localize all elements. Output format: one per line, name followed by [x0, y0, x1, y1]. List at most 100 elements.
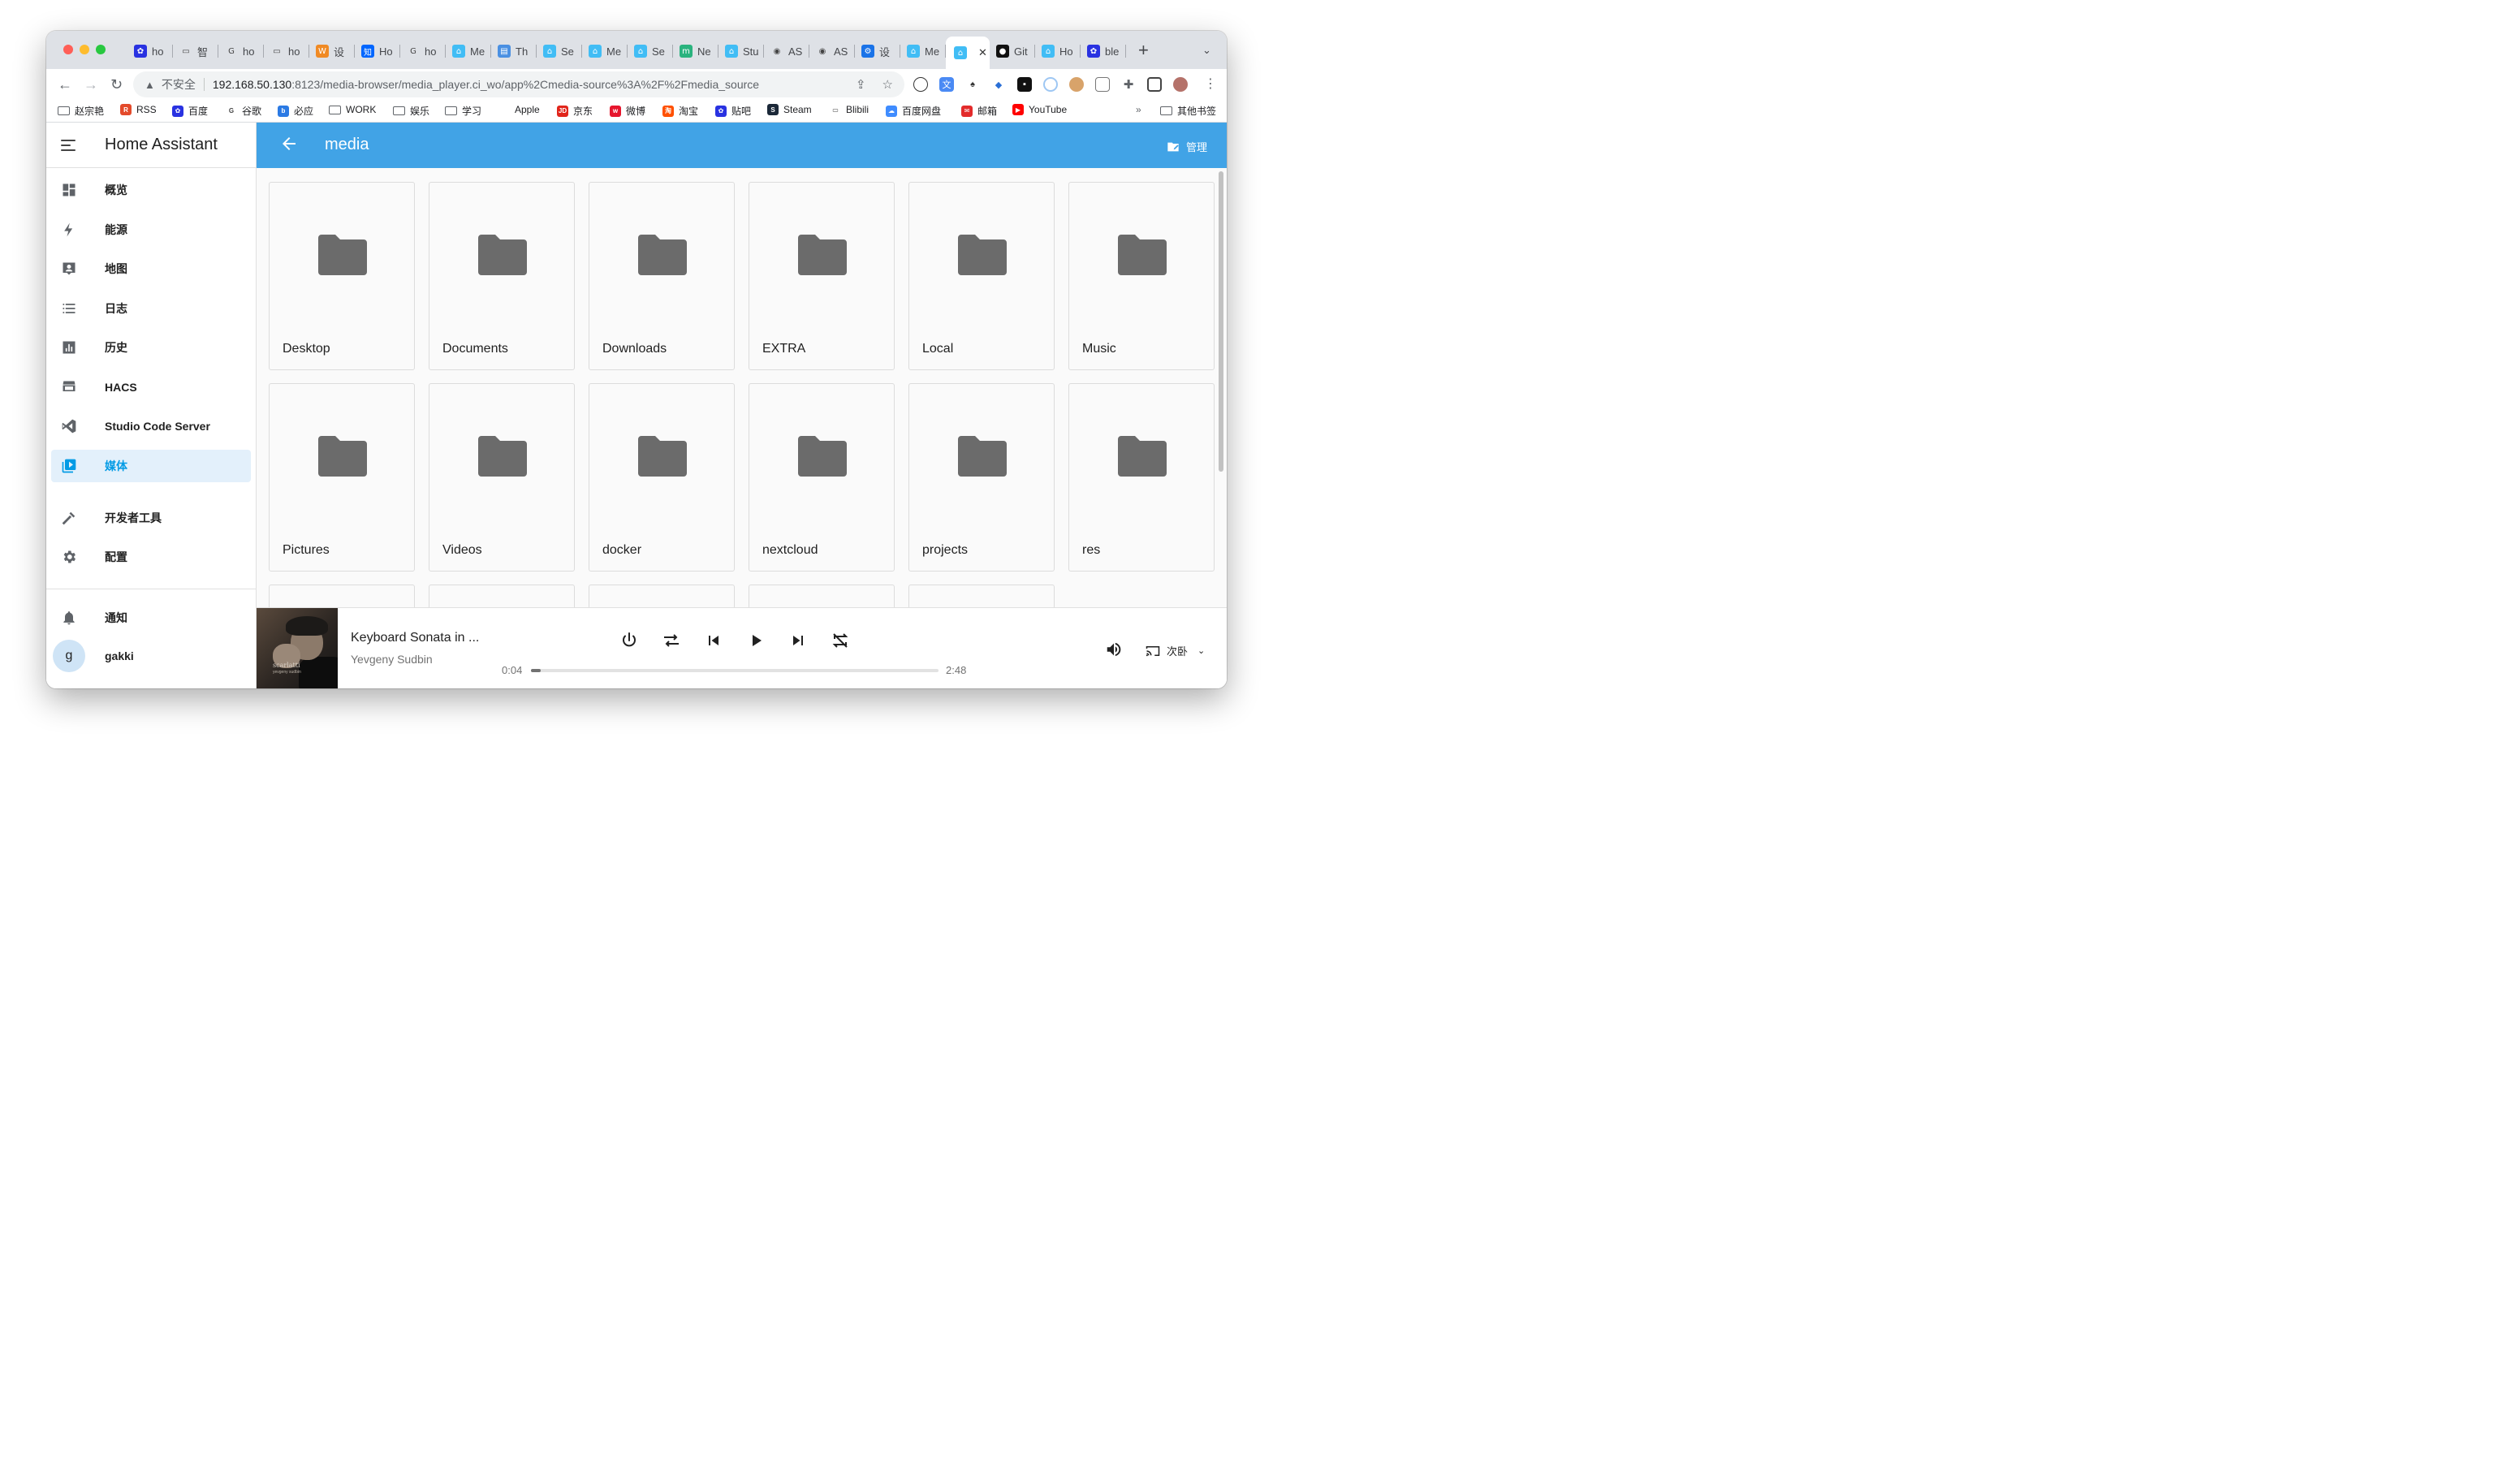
new-tab-button[interactable]: + — [1138, 41, 1149, 59]
folder-card-partial[interactable] — [269, 585, 415, 607]
share-icon[interactable]: ⇪ — [856, 77, 866, 92]
sidebar-item-8[interactable]: 开发者工具 — [51, 502, 251, 534]
tab-4[interactable]: W设 — [309, 41, 355, 61]
reload-icon[interactable]: ↻ — [110, 76, 123, 93]
folder-card-partial[interactable] — [908, 585, 1055, 607]
tab-6[interactable]: Gho — [400, 41, 446, 61]
zoom-window-button[interactable] — [96, 45, 106, 54]
scrollbar-thumb[interactable] — [1219, 171, 1223, 472]
dark-extension-icon[interactable]: ▪ — [1017, 77, 1032, 92]
forward-icon[interactable]: → — [84, 76, 98, 93]
folder-card[interactable]: Music — [1068, 182, 1215, 370]
bookmark-5[interactable]: WORK — [329, 104, 376, 115]
tab-8[interactable]: ▤ Th — [491, 41, 537, 61]
bookmark-1[interactable]: R RSS — [120, 104, 157, 115]
output-device-select[interactable]: 次卧 ⌄ — [1146, 643, 1205, 658]
bookmark-13[interactable]: S Steam — [767, 104, 812, 115]
volume-icon[interactable] — [1105, 641, 1123, 658]
tab-14[interactable]: ◉ AS — [764, 41, 809, 61]
tab-17[interactable]: ⌂ Me — [900, 41, 946, 61]
repeat-off-icon[interactable] — [831, 631, 850, 650]
back-arrow-icon[interactable] — [279, 134, 299, 153]
next-icon[interactable] — [788, 631, 808, 650]
folder-card[interactable]: Documents — [429, 182, 575, 370]
bookmark-6[interactable]: 娱乐 — [393, 104, 429, 118]
bookmark-2[interactable]: ✿ 百度 — [172, 104, 208, 118]
sidebar-item-user[interactable]: g gakki — [51, 640, 251, 672]
folder-card[interactable]: Pictures — [269, 383, 415, 572]
tab-7[interactable]: ⌂ Me — [446, 41, 491, 61]
side-panel-icon[interactable] — [1147, 77, 1162, 92]
bulb-extension-icon[interactable]: ♠ — [965, 77, 980, 92]
face-extension-icon[interactable] — [1069, 77, 1084, 92]
scrollbar[interactable] — [1217, 168, 1227, 607]
bookmark-4[interactable]: b 必应 — [278, 104, 313, 118]
close-window-button[interactable] — [63, 45, 73, 54]
tab-10[interactable]: ⌂ Me — [582, 41, 628, 61]
folder-card-partial[interactable] — [589, 585, 735, 607]
profile-avatar-icon[interactable] — [1173, 77, 1188, 92]
folder-card[interactable]: Local — [908, 182, 1055, 370]
tab-13[interactable]: ⌂ Stu — [718, 41, 764, 61]
bookmark-3[interactable]: G 谷歌 — [226, 104, 261, 118]
tab-16[interactable]: ⚙ 设 — [855, 41, 900, 61]
folder-card[interactable]: res — [1068, 383, 1215, 572]
tab-12[interactable]: m Ne — [673, 41, 718, 61]
back-icon[interactable]: ← — [58, 76, 72, 93]
bookmark-14[interactable]: ▭ Blibili — [830, 104, 869, 115]
folder-card[interactable]: nextcloud — [749, 383, 895, 572]
tab-2[interactable]: Gho — [218, 41, 264, 61]
warning-icon[interactable]: ▲ — [145, 79, 155, 91]
previous-icon[interactable] — [704, 631, 723, 650]
tab-9[interactable]: ⌂ Se — [537, 41, 582, 61]
cap-extension-icon[interactable]: ◆ — [991, 77, 1006, 92]
speed-dial-extension-icon[interactable] — [913, 77, 928, 92]
tab-5[interactable]: 知 Ho — [355, 41, 400, 61]
sidebar-item-2[interactable]: 地图 — [51, 252, 251, 285]
more-menu-icon[interactable]: ⋮ — [1204, 76, 1217, 93]
progress-bar[interactable] — [531, 669, 939, 672]
ring-extension-icon[interactable] — [1043, 77, 1058, 92]
tab-20[interactable]: ⌂ Ho — [1035, 41, 1081, 61]
bookmark-9[interactable]: JD 京东 — [557, 104, 593, 118]
sidebar-item-4[interactable]: 历史 — [51, 331, 251, 364]
bookmark-17[interactable]: ▶ YouTube — [1012, 104, 1067, 115]
menu-collapse-icon[interactable] — [61, 139, 77, 151]
folder-card[interactable]: Videos — [429, 383, 575, 572]
folder-card[interactable]: Downloads — [589, 182, 735, 370]
tab-21[interactable]: ✿ ble — [1081, 41, 1126, 61]
tab-3[interactable]: ▭ ho — [264, 41, 309, 61]
puzzle-extensions-icon[interactable]: ✚ — [1121, 77, 1136, 92]
sidebar-item-5[interactable]: HACS — [51, 371, 251, 403]
close-tab-icon[interactable]: ✕ — [978, 46, 987, 59]
folder-card-partial[interactable] — [749, 585, 895, 607]
sidebar-item-3[interactable]: 日志 — [51, 292, 251, 325]
bookmark-0[interactable]: 赵宗艳 — [58, 104, 104, 118]
bookmark-7[interactable]: 学习 — [445, 104, 481, 118]
shuffle-icon[interactable] — [662, 631, 681, 650]
page-extension-icon[interactable] — [1095, 77, 1110, 92]
sidebar-item-6[interactable]: Studio Code Server — [51, 410, 251, 442]
folder-card[interactable]: projects — [908, 383, 1055, 572]
translate-extension-icon[interactable]: 文 — [939, 77, 954, 92]
play-icon[interactable] — [746, 631, 766, 650]
sidebar-item-9[interactable]: 配置 — [51, 541, 251, 573]
folder-card[interactable]: docker — [589, 383, 735, 572]
tab-11[interactable]: ⌂ Se — [628, 41, 673, 61]
other-bookmarks-folder[interactable]: 其他书签 — [1160, 104, 1216, 118]
sidebar-item-0[interactable]: 概览 — [51, 174, 251, 206]
sidebar-item-1[interactable]: 能源 — [51, 214, 251, 246]
tab-19[interactable]: ● Git — [990, 41, 1035, 61]
folder-card[interactable]: EXTRA — [749, 182, 895, 370]
minimize-window-button[interactable] — [80, 45, 89, 54]
sidebar-item-7[interactable]: 媒体 — [51, 450, 251, 482]
bookmark-15[interactable]: ☁ 百度网盘 — [886, 104, 941, 118]
tab-search-icon[interactable]: ⌄ — [1202, 44, 1211, 57]
tab-0[interactable]: ✿ ho — [127, 41, 173, 61]
folder-card-partial[interactable] — [429, 585, 575, 607]
bookmark-16[interactable]: ✉ 邮箱 — [961, 104, 997, 118]
address-bar[interactable]: ▲ 不安全 192.168.50.130:8123/media-browser/… — [133, 71, 904, 97]
album-art[interactable]: scarlatti yevgeny sudbin — [257, 608, 338, 688]
bookmark-10[interactable]: w 微博 — [610, 104, 645, 118]
tab-1[interactable]: ▭ 智 — [173, 41, 218, 61]
